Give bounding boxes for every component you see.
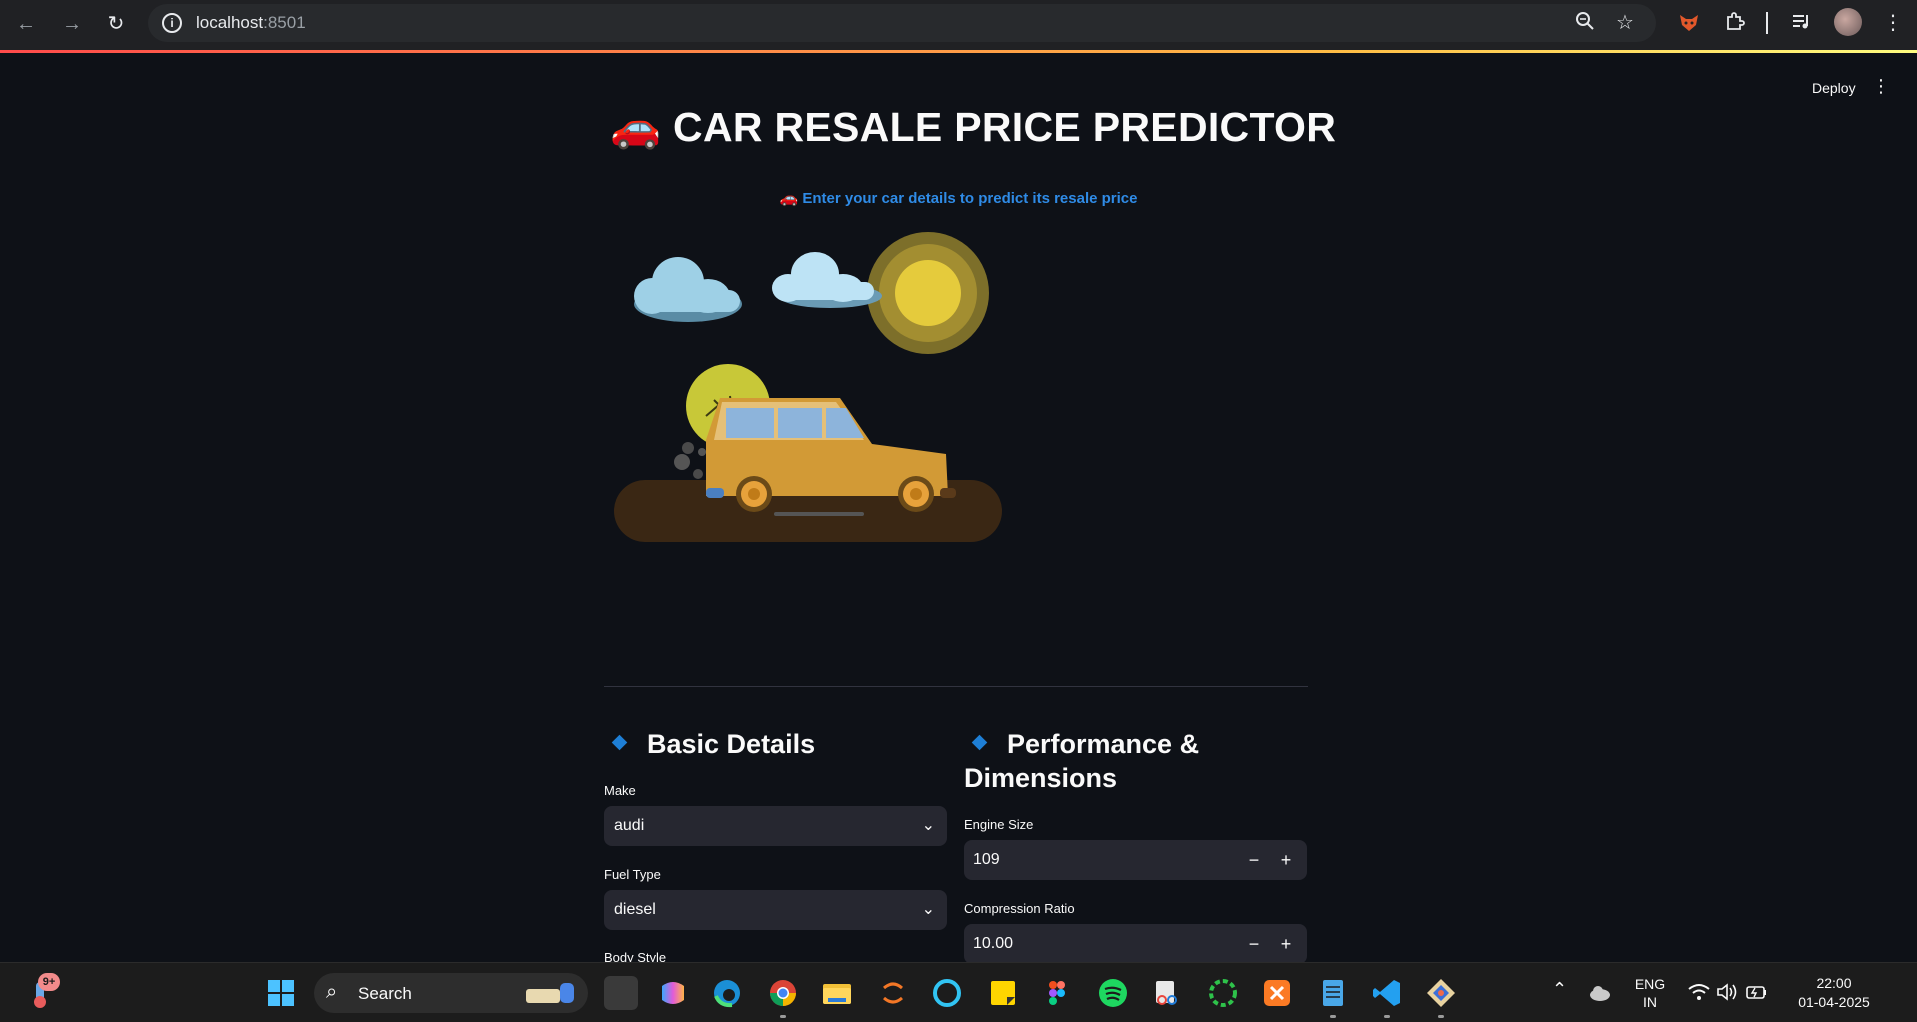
decrement-button[interactable]: − (1241, 930, 1267, 958)
make-label: Make (604, 783, 636, 798)
zoom-icon[interactable] (1572, 10, 1598, 36)
task-view-icon[interactable] (604, 976, 638, 1010)
windows-start-icon[interactable] (264, 976, 298, 1010)
running-indicator (1330, 1015, 1336, 1018)
page-subtitle: 🚗 Enter your car details to predict its … (779, 190, 1138, 207)
extension-fox-icon[interactable] (1676, 10, 1702, 36)
search-label: Search (358, 984, 412, 1003)
media-control-icon[interactable] (1788, 10, 1814, 36)
compression-ratio-input[interactable]: 10.00 − + (964, 924, 1307, 964)
file-explorer-icon[interactable] (820, 976, 854, 1010)
clock-time: 22:00 (1816, 975, 1852, 991)
chrome-menu-icon[interactable]: ⋮ (1880, 10, 1906, 36)
notepad-icon[interactable] (1316, 976, 1350, 1010)
reload-icon[interactable]: ↻ (102, 10, 130, 38)
toolbar-separator (1766, 12, 1768, 34)
bookmark-star-icon[interactable]: ☆ (1612, 10, 1638, 36)
chevron-down-icon: ⌄ (921, 901, 935, 918)
chrome-browser-icon[interactable] (766, 976, 800, 1010)
notification-badge: 9+ (38, 973, 60, 991)
edge-browser-icon[interactable] (710, 976, 744, 1010)
streamlit-header-decoration (0, 50, 1917, 53)
main-menu-icon[interactable]: ⋮ (1872, 76, 1890, 97)
fuel-type-select[interactable]: diesel ⌄ (604, 890, 947, 930)
compression-ratio-value[interactable]: 10.00 (973, 935, 1013, 953)
performance-heading: Performance & Dimensions (964, 729, 1200, 793)
diamond-icon (971, 735, 988, 751)
taskbar-search[interactable]: ⌕ Search (314, 973, 588, 1013)
url-text[interactable]: localhost:8501 (196, 13, 306, 33)
fuel-type-value: diesel (614, 901, 656, 918)
wifi-icon[interactable] (1686, 979, 1712, 1005)
car-illustration (614, 232, 1002, 542)
section-divider (604, 686, 1308, 687)
increment-button[interactable]: + (1273, 846, 1299, 874)
chevron-down-icon: ⌄ (921, 817, 935, 834)
taskbar: 9+ ⌕ Search ⌃ ENG IN 22:00 01-04-2025 (0, 962, 1917, 1022)
copilot-icon[interactable] (656, 976, 690, 1010)
back-arrow-icon[interactable]: ← (12, 10, 40, 38)
engine-size-label: Engine Size (964, 817, 1034, 832)
decrement-button[interactable]: − (1241, 846, 1267, 874)
snipping-tool-icon[interactable] (1150, 976, 1184, 1010)
sticky-notes-icon[interactable] (986, 976, 1020, 1010)
git-tool-icon[interactable] (1424, 976, 1458, 1010)
make-select[interactable]: audi ⌄ (604, 806, 947, 846)
make-value: audi (614, 817, 645, 834)
forward-arrow-icon[interactable]: → (58, 10, 86, 38)
clock[interactable]: 22:00 01-04-2025 (1786, 974, 1882, 1012)
page-title: 🚗 CAR RESALE PRICE PREDICTOR (610, 104, 1337, 150)
vscode-icon[interactable] (1370, 976, 1404, 1010)
deploy-button[interactable]: Deploy (1812, 80, 1856, 96)
running-indicator (1384, 1015, 1390, 1018)
jupyter-icon[interactable] (876, 976, 910, 1010)
compression-ratio-label: Compression Ratio (964, 901, 1075, 916)
running-indicator (1438, 1015, 1444, 1018)
engine-size-input[interactable]: 109 − + (964, 840, 1307, 880)
volume-icon[interactable] (1714, 979, 1740, 1005)
extensions-puzzle-icon[interactable] (1722, 10, 1748, 36)
browser-toolbar: ← → ↻ i localhost:8501 ☆ ⋮ (0, 0, 1917, 52)
search-icon: ⌕ (326, 981, 338, 1003)
diamond-icon (611, 735, 628, 751)
increment-button[interactable]: + (1273, 930, 1299, 958)
address-bar[interactable]: i localhost:8501 ☆ (148, 4, 1656, 42)
show-hidden-icons-icon[interactable]: ⌃ (1552, 979, 1567, 1000)
profile-avatar[interactable] (1834, 8, 1862, 36)
language-indicator[interactable]: ENG IN (1632, 975, 1668, 1011)
battery-icon[interactable] (1744, 979, 1770, 1005)
basic-details-heading: Basic Details (604, 727, 815, 761)
site-info-icon[interactable]: i (162, 13, 182, 33)
alexa-icon[interactable] (930, 976, 964, 1010)
search-highlight-icon (526, 983, 574, 1003)
xampp-icon[interactable] (1260, 976, 1294, 1010)
loading-circle-icon[interactable] (1206, 976, 1240, 1010)
clock-date: 01-04-2025 (1798, 994, 1870, 1010)
spotify-icon[interactable] (1096, 976, 1130, 1010)
engine-size-value[interactable]: 109 (973, 851, 1000, 869)
running-indicator (780, 1015, 786, 1018)
onedrive-cloud-icon[interactable] (1586, 979, 1614, 1007)
fuel-type-label: Fuel Type (604, 867, 661, 882)
figma-icon[interactable] (1040, 976, 1074, 1010)
